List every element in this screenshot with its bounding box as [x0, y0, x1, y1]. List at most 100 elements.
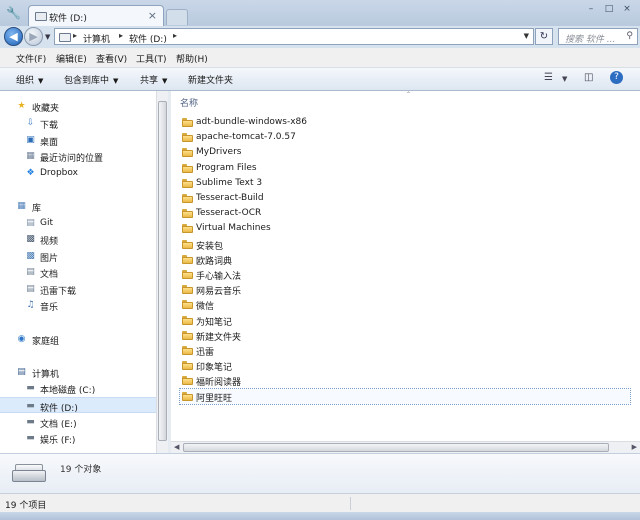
chevron-down-icon: ▼: [113, 77, 119, 85]
file-row[interactable]: Virtual Machines: [180, 221, 630, 236]
breadcrumb-drive-d[interactable]: 软件 (D:): [129, 32, 167, 45]
file-row[interactable]: 福昕阅读器: [180, 373, 630, 388]
folder-icon: [182, 315, 193, 325]
search-icon[interactable]: ⚲: [626, 31, 633, 41]
star-icon: ★: [17, 101, 26, 111]
breadcrumb-separator-icon[interactable]: ▸: [173, 31, 177, 40]
file-row[interactable]: Tesseract-Build: [180, 191, 630, 206]
forward-button[interactable]: ▶: [24, 27, 43, 46]
file-row[interactable]: 迅雷: [180, 343, 630, 358]
file-name: Program Files: [196, 162, 257, 173]
wrench-icon[interactable]: 🔧: [6, 6, 21, 20]
column-header-name[interactable]: 名称: [180, 96, 198, 109]
scrollbar-thumb[interactable]: [183, 443, 609, 452]
file-row[interactable]: 网易云音乐: [180, 282, 630, 297]
new-folder-button[interactable]: 新建文件夹: [188, 73, 233, 86]
file-name: 安装包: [196, 241, 224, 252]
drive-icon: ▬: [26, 433, 35, 443]
nav-music[interactable]: ♫ 音乐: [0, 297, 156, 313]
file-row[interactable]: 欧路词典: [180, 252, 630, 267]
file-name: 手心输入法: [196, 272, 242, 282]
library-folder-icon: ▤: [26, 218, 35, 228]
breadcrumb-separator-icon[interactable]: ▸: [73, 31, 77, 40]
search-input[interactable]: 搜索 软件 ... ⚲: [558, 28, 638, 45]
organize-button[interactable]: 组织 ▼: [16, 73, 43, 86]
file-row[interactable]: adt-bundle-windows-x86: [180, 115, 630, 130]
nav-drive-e[interactable]: ▬ 文档 (E:): [0, 414, 156, 430]
file-row[interactable]: 安装包: [180, 237, 630, 252]
nav-desktop[interactable]: ▣ 桌面: [0, 132, 156, 148]
music-icon: ♫: [26, 300, 35, 310]
menu-file[interactable]: 文件(F): [16, 52, 46, 65]
file-row[interactable]: MyDrivers: [180, 145, 630, 160]
file-row[interactable]: 印象笔记: [180, 358, 630, 373]
file-row[interactable]: 手心输入法: [180, 267, 630, 282]
file-row[interactable]: apache-tomcat-7.0.57: [180, 130, 630, 145]
history-dropdown-icon[interactable]: ▼: [45, 33, 50, 41]
breadcrumb-computer[interactable]: 计算机: [83, 32, 110, 45]
file-row[interactable]: 新建文件夹: [180, 328, 630, 343]
file-row[interactable]: Sublime Text 3: [180, 176, 630, 191]
drive-icon: ▬: [26, 417, 35, 427]
preview-pane-icon[interactable]: ◫: [584, 72, 593, 83]
breadcrumb-separator-icon[interactable]: ▸: [119, 31, 123, 40]
menu-help[interactable]: 帮助(H): [176, 52, 208, 65]
nav-computer[interactable]: ▤ 计算机: [0, 364, 156, 380]
address-bar[interactable]: ▸ 计算机 ▸ 软件 (D:) ▸ ▼: [54, 28, 534, 45]
maximize-button[interactable]: □: [602, 4, 616, 14]
nav-videos[interactable]: ▩ 视频: [0, 231, 156, 247]
menu-bar: 文件(F) 编辑(E) 查看(V) 工具(T) 帮助(H): [0, 48, 640, 68]
horizontal-scrollbar[interactable]: ◀ ▶: [171, 441, 640, 453]
nav-label: 娱乐 (F:): [40, 436, 76, 446]
nav-pane-scrollbar[interactable]: [156, 91, 168, 453]
scroll-right-icon[interactable]: ▶: [632, 443, 637, 451]
nav-downloads[interactable]: ⇩ 下载: [0, 115, 156, 131]
library-folder-icon: ▤: [26, 284, 35, 294]
file-row[interactable]: 微信: [180, 297, 630, 312]
nav-homegroup[interactable]: ◉ 家庭组: [0, 331, 156, 347]
nav-thunder-downloads[interactable]: ▤ 迅雷下载: [0, 281, 156, 297]
menu-edit[interactable]: 编辑(E): [56, 52, 87, 65]
nav-drive-f[interactable]: ▬ 娱乐 (F:): [0, 430, 156, 446]
file-row[interactable]: 为知笔记: [180, 313, 630, 328]
view-options-icon[interactable]: ☰: [544, 72, 553, 83]
file-row[interactable]: Tesseract-OCR: [180, 206, 630, 221]
title-bar: 🔧 软件 (D:) × – □ ×: [0, 0, 640, 26]
view-dropdown-icon[interactable]: ▼: [562, 75, 567, 83]
nav-documents[interactable]: ▤ 文档: [0, 264, 156, 280]
file-name: 福昕阅读器: [196, 378, 242, 389]
nav-drive-c[interactable]: ▬ 本地磁盘 (C:): [0, 380, 156, 396]
nav-label: Git: [40, 218, 54, 228]
scroll-left-icon[interactable]: ◀: [174, 443, 179, 451]
tab-drive-d[interactable]: 软件 (D:) ×: [28, 5, 164, 26]
refresh-button[interactable]: ↻: [535, 28, 553, 45]
minimize-button[interactable]: –: [584, 4, 598, 14]
tab-close-icon[interactable]: ×: [148, 9, 157, 22]
file-name: Tesseract-Build: [196, 193, 264, 203]
menu-tools[interactable]: 工具(T): [136, 52, 167, 65]
nav-git[interactable]: ▤ Git: [0, 215, 156, 231]
menu-view[interactable]: 查看(V): [96, 52, 127, 65]
folder-icon: [182, 330, 193, 340]
nav-label: 文档: [40, 270, 59, 280]
back-button[interactable]: ◀: [4, 27, 23, 46]
file-row[interactable]: 阿里旺旺: [179, 387, 631, 405]
address-dropdown-icon[interactable]: ▼: [524, 32, 529, 40]
nav-recent-places[interactable]: ▦ 最近访问的位置: [0, 148, 156, 164]
new-tab-button[interactable]: [166, 9, 188, 25]
nav-pictures[interactable]: ▩ 图片: [0, 248, 156, 264]
file-name: 新建文件夹: [196, 332, 242, 343]
include-in-library-button[interactable]: 包含到库中 ▼: [64, 73, 118, 86]
nav-drive-d[interactable]: ▬ 软件 (D:): [0, 397, 156, 414]
navigation-pane: ★ 收藏夹 ⇩ 下载 ▣ 桌面 ▦ 最近访问的位置 ❖ Dropbox ▦ 库 …: [0, 91, 156, 453]
help-icon[interactable]: ?: [610, 71, 623, 84]
chevron-down-icon: ▼: [162, 77, 168, 85]
nav-dropbox[interactable]: ❖ Dropbox: [0, 165, 156, 181]
close-window-button[interactable]: ×: [620, 4, 634, 14]
file-row[interactable]: Program Files: [180, 161, 630, 176]
file-name: adt-bundle-windows-x86: [196, 117, 307, 127]
scrollbar-thumb[interactable]: [158, 101, 167, 441]
nav-libraries[interactable]: ▦ 库: [0, 198, 156, 214]
share-button[interactable]: 共享 ▼: [140, 73, 167, 86]
nav-favorites[interactable]: ★ 收藏夹: [0, 98, 156, 114]
